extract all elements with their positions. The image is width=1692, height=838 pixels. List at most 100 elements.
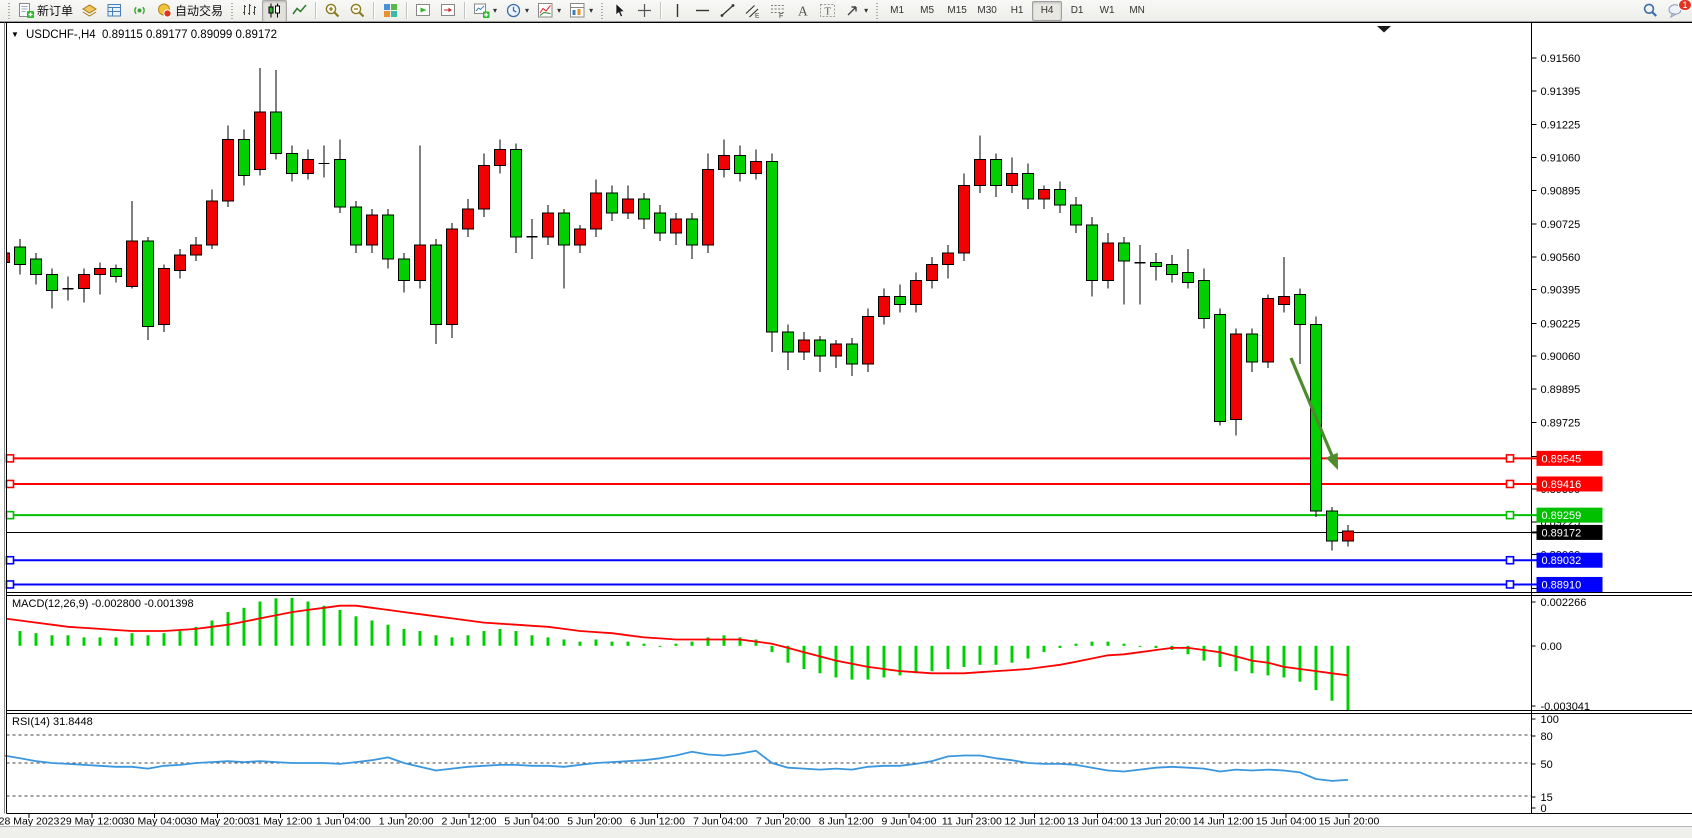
candle-body bbox=[127, 241, 138, 287]
auto-scroll-button[interactable] bbox=[411, 0, 436, 22]
periods-button[interactable]: ▾ bbox=[501, 0, 533, 22]
timeframe-m1-button[interactable]: M1 bbox=[882, 1, 912, 21]
macd-histogram-bar bbox=[915, 646, 918, 673]
svg-text:0.89259: 0.89259 bbox=[1542, 510, 1582, 522]
candle-body bbox=[111, 269, 122, 277]
line-handle[interactable] bbox=[7, 557, 14, 564]
macd-histogram-bar bbox=[131, 633, 134, 646]
search-icon bbox=[1642, 2, 1659, 19]
bar-chart-button[interactable] bbox=[237, 0, 262, 22]
cursor-button[interactable] bbox=[607, 0, 632, 22]
timeframe-h1-button[interactable]: H1 bbox=[1002, 1, 1032, 21]
chat-button[interactable]: 1 bbox=[1663, 0, 1688, 22]
svg-text:0.89416: 0.89416 bbox=[1542, 479, 1582, 491]
line-handle[interactable] bbox=[7, 581, 14, 588]
horizontal-line-button[interactable] bbox=[690, 0, 715, 22]
new-order-button[interactable]: 新订单 bbox=[14, 0, 77, 22]
market-watch-button[interactable] bbox=[102, 0, 127, 22]
candle-body bbox=[575, 229, 586, 245]
templates-button[interactable]: ▾ bbox=[565, 0, 597, 22]
candle-body bbox=[911, 281, 922, 305]
line-handle[interactable] bbox=[7, 512, 14, 519]
candle-body bbox=[1327, 511, 1338, 541]
timeframe-m15-button[interactable]: M15 bbox=[942, 1, 972, 21]
macd-histogram-bar bbox=[499, 629, 502, 646]
crosshair-button[interactable] bbox=[632, 0, 657, 22]
macd-histogram-bar bbox=[1203, 646, 1206, 661]
macd-histogram-bar bbox=[227, 612, 230, 646]
search-button[interactable] bbox=[1638, 0, 1663, 22]
candle-body bbox=[639, 199, 650, 219]
trendline-button[interactable] bbox=[715, 0, 740, 22]
chevron-down-icon: ▾ bbox=[557, 6, 561, 15]
macd-histogram-bar bbox=[467, 635, 470, 646]
line-handle[interactable] bbox=[1507, 512, 1514, 519]
timeframe-h4-button[interactable]: H4 bbox=[1032, 1, 1062, 21]
signals-icon bbox=[131, 2, 148, 19]
vertical-line-button[interactable] bbox=[665, 0, 690, 22]
chart-surface[interactable]: 0.915600.913950.912250.910600.908950.907… bbox=[0, 22, 1692, 838]
candle-body bbox=[1295, 295, 1306, 325]
new-chart-button[interactable]: ▾ bbox=[469, 0, 501, 22]
zoom-out-button[interactable] bbox=[345, 0, 370, 22]
candle-body bbox=[1007, 173, 1018, 185]
svg-text:7 Jun 20:00: 7 Jun 20:00 bbox=[756, 816, 811, 828]
macd-histogram-bar bbox=[83, 637, 86, 645]
line-handle[interactable] bbox=[1507, 581, 1514, 588]
timeframe-w1-button[interactable]: W1 bbox=[1092, 1, 1122, 21]
vertical-line-icon bbox=[669, 2, 686, 19]
line-handle[interactable] bbox=[1507, 480, 1514, 487]
zoom-in-button[interactable] bbox=[320, 0, 345, 22]
candle-body bbox=[959, 185, 970, 253]
candle-body bbox=[847, 344, 858, 364]
auto-trading-button[interactable]: 自动交易 bbox=[152, 0, 227, 22]
candle-body bbox=[143, 241, 154, 326]
line-handle[interactable] bbox=[7, 455, 14, 462]
new-order-icon bbox=[18, 2, 35, 19]
macd-histogram-bar bbox=[1075, 644, 1078, 646]
candle-body bbox=[559, 213, 570, 245]
candle-body bbox=[303, 159, 314, 173]
candle-body bbox=[943, 253, 954, 265]
timeframe-mn-button[interactable]: MN bbox=[1122, 1, 1152, 21]
macd-histogram-bar bbox=[435, 635, 438, 646]
line-handle[interactable] bbox=[7, 480, 14, 487]
candlestick-chart-button[interactable] bbox=[262, 0, 287, 22]
layouts-button[interactable] bbox=[77, 0, 102, 22]
fibonacci-button[interactable]: F bbox=[765, 0, 790, 22]
auto-trading-icon bbox=[156, 2, 173, 19]
arrows-button[interactable]: ▾ bbox=[840, 0, 872, 22]
svg-text:1 Jun 20:00: 1 Jun 20:00 bbox=[379, 816, 434, 828]
candle-body bbox=[1055, 189, 1066, 205]
equidistant-channel-button[interactable]: E bbox=[740, 0, 765, 22]
candle-body bbox=[1343, 531, 1354, 541]
candle-body bbox=[991, 159, 1002, 185]
line-handle[interactable] bbox=[1507, 557, 1514, 564]
chart-title-collapse-icon[interactable]: ▼ bbox=[11, 30, 19, 39]
candle-body bbox=[287, 154, 298, 174]
text-label-icon: T bbox=[819, 2, 836, 19]
signals-button[interactable] bbox=[127, 0, 152, 22]
candle-body bbox=[671, 219, 682, 233]
macd-histogram-bar bbox=[307, 602, 310, 646]
line-handle[interactable] bbox=[1507, 455, 1514, 462]
notification-badge: 1 bbox=[1678, 0, 1692, 11]
text-button[interactable]: A bbox=[790, 0, 815, 22]
chevron-down-icon: ▾ bbox=[493, 6, 497, 15]
candle-body bbox=[863, 316, 874, 364]
timeframe-d1-button[interactable]: D1 bbox=[1062, 1, 1092, 21]
timeframe-m5-button[interactable]: M5 bbox=[912, 1, 942, 21]
indicators-button[interactable]: ▾ bbox=[533, 0, 565, 22]
text-label-button[interactable]: T bbox=[815, 0, 840, 22]
line-chart-button[interactable] bbox=[287, 0, 312, 22]
tile-windows-button[interactable] bbox=[378, 0, 403, 22]
chart-shift-button[interactable] bbox=[436, 0, 461, 22]
svg-text:12 Jun 12:00: 12 Jun 12:00 bbox=[1004, 816, 1065, 828]
svg-text:0.91225: 0.91225 bbox=[1541, 120, 1581, 132]
toolbar-separator bbox=[464, 2, 466, 19]
candle-body bbox=[239, 140, 250, 176]
chart-window: 0.915600.913950.912250.910600.908950.907… bbox=[0, 22, 1692, 838]
timeframe-m30-button[interactable]: M30 bbox=[972, 1, 1002, 21]
candle-body bbox=[79, 275, 90, 289]
svg-text:0.90725: 0.90725 bbox=[1541, 219, 1581, 231]
